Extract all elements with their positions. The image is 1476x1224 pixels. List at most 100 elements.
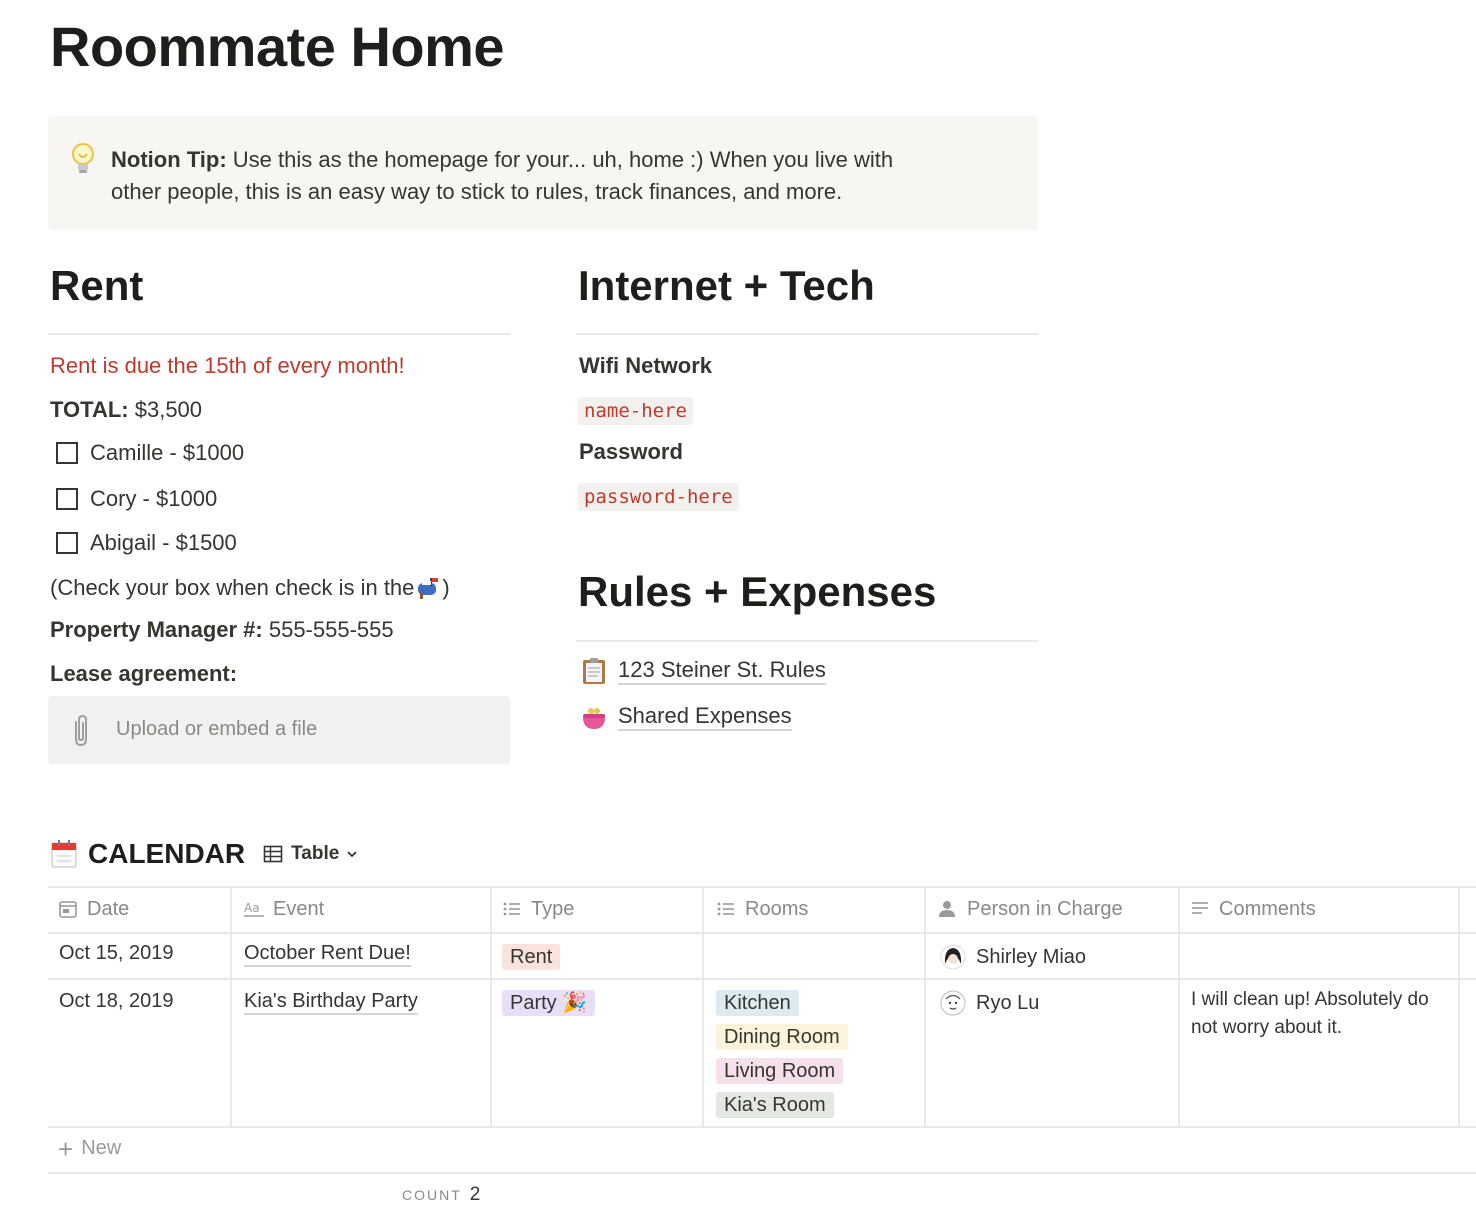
- page-link-expenses[interactable]: Shared Expenses: [580, 703, 792, 731]
- column-header-type[interactable]: Type: [502, 886, 574, 932]
- table-border: [48, 932, 1476, 934]
- column-divider: [702, 886, 704, 1126]
- check-note: (Check your box when check is in the ): [50, 575, 450, 601]
- column-divider: [1458, 886, 1460, 1126]
- rent-heading: Rent: [50, 262, 144, 309]
- clipboard-icon: [583, 658, 605, 684]
- page-link-label: 123 Steiner St. Rules: [618, 657, 826, 685]
- mailbox-icon: [418, 578, 439, 599]
- column-header-event[interactable]: Aa Event: [244, 886, 324, 932]
- purse-icon: [583, 708, 605, 729]
- wifi-label-text: Wifi Network: [579, 353, 713, 378]
- cell-event[interactable]: October Rent Due!: [244, 941, 411, 967]
- password-value: password-here: [578, 483, 739, 511]
- internet-heading: Internet + Tech: [578, 262, 875, 309]
- person-icon: [939, 901, 955, 917]
- cell-date[interactable]: Oct 15, 2019: [59, 942, 174, 965]
- calendar-property-icon: [59, 901, 77, 918]
- column-label: Rooms: [745, 897, 809, 920]
- column-label: Date: [87, 897, 130, 920]
- count-value: 2: [469, 1184, 481, 1205]
- cell-person[interactable]: Shirley Miao: [940, 944, 1086, 970]
- column-header-rooms[interactable]: Rooms: [716, 886, 808, 932]
- person-name: Ryo Lu: [976, 991, 1040, 1014]
- cell-date[interactable]: Oct 18, 2019: [59, 990, 174, 1013]
- cell-rooms[interactable]: Kitchen Dining Room Living Room Kia's Ro…: [716, 990, 848, 1118]
- column-label: Person in Charge: [967, 897, 1123, 920]
- room-tag: Kia's Room: [716, 1092, 834, 1118]
- room-tag: Living Room: [716, 1058, 844, 1084]
- page-title: Roommate Home: [50, 15, 505, 78]
- calendar-table: Date Aa Event Type Rooms Person in Charg…: [48, 886, 1476, 1176]
- check-note-text: (Check your box when check is in the: [50, 575, 415, 600]
- check-note-end: ): [442, 575, 450, 600]
- add-row-label: New: [81, 1137, 122, 1159]
- tip-callout: Notion Tip: Use this as the homepage for…: [48, 116, 1038, 230]
- avatar: [940, 944, 966, 970]
- pm-label: Property Manager #:: [50, 617, 263, 642]
- todo-label: Cory - $1000: [90, 486, 218, 511]
- calendar-header: CALENDAR Table: [50, 838, 359, 870]
- todo-checkbox[interactable]: [56, 532, 78, 554]
- lease-label-text: Lease agreement:: [50, 661, 238, 686]
- todo-label: Camille - $1000: [90, 440, 245, 465]
- add-row-button[interactable]: + New: [58, 1136, 122, 1162]
- paperclip-icon: [75, 714, 87, 747]
- list-icon: [717, 902, 734, 916]
- svg-text:Aa: Aa: [244, 901, 260, 915]
- rent-total-label: TOTAL:: [50, 397, 129, 422]
- rent-total-value: $3,500: [128, 397, 203, 422]
- lease-label: Lease agreement:: [50, 661, 237, 687]
- count-label: COUNT: [402, 1187, 462, 1203]
- view-switcher[interactable]: Table: [263, 843, 359, 865]
- text-lines-icon: [1192, 902, 1208, 914]
- rent-due-note: Rent is due the 15th of every month!: [50, 353, 405, 378]
- count-footer[interactable]: COUNT 2: [402, 1184, 480, 1206]
- cell-type[interactable]: Rent: [502, 944, 561, 970]
- column-header-person[interactable]: Person in Charge: [938, 886, 1123, 932]
- type-tag: Party 🎉: [502, 990, 596, 1016]
- page-link-rules[interactable]: 123 Steiner St. Rules: [580, 657, 826, 685]
- property-manager: Property Manager #: 555-555-555: [50, 617, 394, 643]
- tip-line-2: other people, this is an easy way to sti…: [111, 179, 843, 204]
- password-label: Password: [579, 439, 683, 465]
- table-border: [48, 978, 1476, 980]
- wifi-label: Wifi Network: [579, 353, 712, 379]
- pm-value: 555-555-555: [262, 617, 394, 642]
- text-title-icon: Aa: [244, 901, 264, 917]
- calendar-title: CALENDAR: [88, 838, 246, 869]
- table-view-icon: [263, 845, 283, 863]
- tip-label: Notion Tip:: [111, 147, 227, 172]
- column-divider: [230, 886, 232, 1126]
- tip-line-1: Use this as the homepage for your... uh,…: [226, 147, 894, 172]
- password-label-text: Password: [579, 439, 683, 464]
- avatar: [940, 990, 966, 1016]
- internet-divider: [576, 333, 1038, 335]
- table-border: [48, 1126, 1476, 1128]
- person-name: Shirley Miao: [976, 945, 1087, 968]
- view-label: Table: [291, 843, 340, 864]
- type-tag: Rent: [502, 944, 561, 970]
- room-tag: Kitchen: [716, 990, 799, 1016]
- tip-text: Notion Tip: Use this as the homepage for…: [111, 144, 991, 208]
- wifi-value: name-here: [578, 397, 693, 425]
- table-border: [48, 1172, 1476, 1174]
- column-divider: [490, 886, 492, 1126]
- todo-item: Cory - $1000: [56, 486, 217, 512]
- column-divider: [1178, 886, 1180, 1126]
- todo-checkbox[interactable]: [56, 442, 78, 464]
- todo-item: Camille - $1000: [56, 440, 244, 466]
- column-label: Event: [273, 897, 325, 920]
- column-label: Type: [531, 897, 575, 920]
- todo-checkbox[interactable]: [56, 488, 78, 510]
- file-upload-block[interactable]: Upload or embed a file: [48, 696, 510, 764]
- column-header-comments[interactable]: Comments: [1190, 886, 1316, 932]
- todo-item: Abigail - $1500: [56, 530, 237, 556]
- column-divider: [924, 886, 926, 1126]
- rent-divider: [48, 333, 510, 335]
- cell-person[interactable]: Ryo Lu: [940, 990, 1039, 1016]
- cell-event[interactable]: Kia's Birthday Party: [244, 989, 418, 1015]
- cell-type[interactable]: Party 🎉: [502, 990, 596, 1016]
- cell-comment[interactable]: I will clean up! Absolutely do not worry…: [1191, 986, 1451, 1042]
- column-header-date[interactable]: Date: [58, 886, 129, 932]
